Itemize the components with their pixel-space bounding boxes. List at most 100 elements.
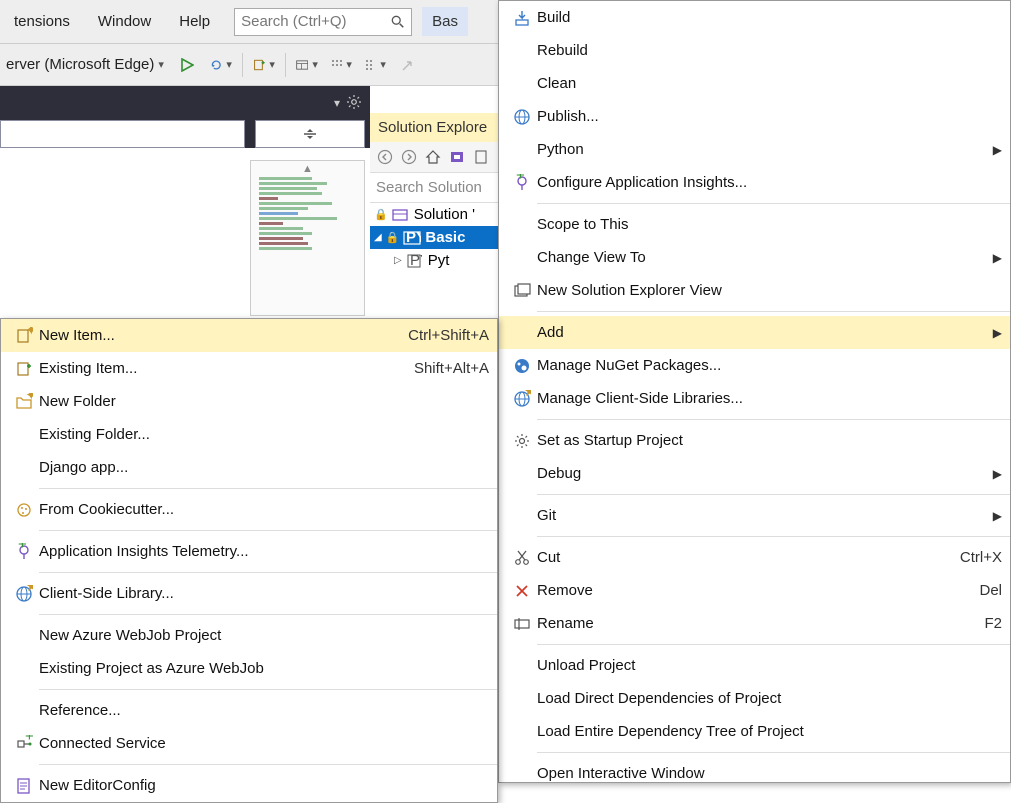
split-handle[interactable] [255, 120, 365, 148]
add-menu-item-application-insights-telemetry[interactable]: +Application Insights Telemetry... [1, 535, 497, 568]
project-menu-item-add[interactable]: Add▶ [499, 316, 1010, 349]
solution-explorer: Solution Explore Search Solution 🔒 Solut… [370, 113, 505, 272]
search-placeholder: Search (Ctrl+Q) [241, 13, 391, 30]
new-file-button[interactable] [253, 54, 275, 76]
add-menu-item-reference[interactable]: Reference... [1, 694, 497, 727]
dotted-button-2[interactable] [364, 54, 386, 76]
tree-file-node[interactable]: ▷ PY Pyt [370, 249, 505, 272]
project-menu-item-manage-nuget-packages[interactable]: Manage NuGet Packages... [499, 349, 1010, 382]
menu-separator [39, 530, 497, 531]
menu-help[interactable]: Help [165, 7, 224, 36]
add-menu-item-existing-folder[interactable]: Existing Folder... [1, 418, 497, 451]
nav-forward-icon[interactable] [398, 146, 420, 168]
add-menu-item-new-azure-webjob-project[interactable]: New Azure WebJob Project [1, 619, 497, 652]
scroll-up-icon[interactable]: ▲ [302, 163, 313, 175]
project-menu-item-remove[interactable]: RemoveDel [499, 574, 1010, 607]
project-menu-item-set-as-startup-project[interactable]: Set as Startup Project [499, 424, 1010, 457]
menu-separator [39, 689, 497, 690]
add-menu-item-connected-service[interactable]: +Connected Service [1, 727, 497, 760]
separator [285, 53, 286, 77]
arrow-button[interactable] [398, 54, 420, 76]
new-folder-icon: ✦ [9, 393, 39, 411]
menu-separator [39, 488, 497, 489]
expand-icon[interactable]: ▷ [394, 255, 402, 266]
menu-separator [39, 614, 497, 615]
home-icon[interactable] [422, 146, 444, 168]
menu-shortcut: F2 [984, 615, 1002, 632]
add-menu-item-client-side-library[interactable]: ★Client-Side Library... [1, 577, 497, 610]
project-menu-item-load-entire-dependency-tree-of-project[interactable]: Load Entire Dependency Tree of Project [499, 715, 1010, 748]
add-menu-item-from-cookiecutter[interactable]: From Cookiecutter... [1, 493, 497, 526]
scope-combo[interactable] [0, 120, 245, 148]
project-menu-item-debug[interactable]: Debug▶ [499, 457, 1010, 490]
tree-project-node[interactable]: ◢ 🔒 PY Basic [370, 226, 505, 249]
minimap-content [251, 161, 364, 266]
project-menu-item-rebuild[interactable]: Rebuild [499, 34, 1010, 67]
project-menu-item-clean[interactable]: Clean [499, 67, 1010, 100]
layout-button[interactable] [296, 54, 318, 76]
project-menu-item-python[interactable]: Python▶ [499, 133, 1010, 166]
project-menu-item-new-solution-explorer-view[interactable]: New Solution Explorer View [499, 274, 1010, 307]
py-file-icon: PY [406, 254, 424, 268]
new-view-icon [507, 282, 537, 300]
menu-separator [39, 764, 497, 765]
menu-label: From Cookiecutter... [39, 501, 489, 518]
expand-icon[interactable]: ◢ [374, 232, 382, 243]
project-menu-item-build[interactable]: Build [499, 1, 1010, 34]
refresh-button[interactable] [210, 54, 232, 76]
project-menu-item-git[interactable]: Git▶ [499, 499, 1010, 532]
solution-name-button[interactable]: Bas [422, 7, 468, 36]
menu-label: Client-Side Library... [39, 585, 489, 602]
svg-text:+: + [516, 174, 525, 184]
project-menu-item-manage-client-side-libraries[interactable]: ★Manage Client-Side Libraries... [499, 382, 1010, 415]
add-menu-item-django-app[interactable]: Django app... [1, 451, 497, 484]
add-menu-item-new-editorconfig[interactable]: New EditorConfig [1, 769, 497, 802]
project-menu-item-rename[interactable]: RenameF2 [499, 607, 1010, 640]
search-input[interactable]: Search (Ctrl+Q) [234, 8, 412, 36]
debug-target-combo[interactable]: erver (Microsoft Edge) [0, 54, 170, 75]
solution-explorer-title[interactable]: Solution Explore [370, 113, 505, 142]
gear-icon [507, 432, 537, 450]
tree-label: Pyt [428, 252, 450, 269]
menu-label: Application Insights Telemetry... [39, 543, 489, 560]
project-menu-item-cut[interactable]: CutCtrl+X [499, 541, 1010, 574]
tree-label: Solution ' [414, 206, 475, 223]
client-lib-icon: ★ [9, 585, 39, 603]
project-menu-item-configure-application-insights[interactable]: +Configure Application Insights... [499, 166, 1010, 199]
dotted-button-1[interactable] [330, 54, 352, 76]
separator [242, 53, 243, 77]
switch-view-icon[interactable] [446, 146, 468, 168]
project-menu-item-load-direct-dependencies-of-project[interactable]: Load Direct Dependencies of Project [499, 682, 1010, 715]
nuget-icon [507, 357, 537, 375]
menu-label: Connected Service [39, 735, 489, 752]
more-icon[interactable] [470, 146, 492, 168]
add-menu-item-new-item[interactable]: ✦New Item...Ctrl+Shift+A [1, 319, 497, 352]
menu-extensions[interactable]: tensions [0, 7, 84, 36]
add-submenu: ✦New Item...Ctrl+Shift+AExisting Item...… [0, 318, 498, 803]
add-menu-item-new-folder[interactable]: ✦New Folder [1, 385, 497, 418]
start-debug-button[interactable] [176, 54, 198, 76]
project-menu-item-scope-to-this[interactable]: Scope to This [499, 208, 1010, 241]
rename-icon [507, 615, 537, 633]
solution-search-input[interactable]: Search Solution [370, 173, 505, 203]
insights-icon: + [9, 543, 39, 561]
menu-separator [537, 644, 1010, 645]
project-menu-item-change-view-to[interactable]: Change View To▶ [499, 241, 1010, 274]
minimap[interactable]: ▲ [250, 160, 365, 316]
new-item-icon: ✦ [9, 327, 39, 345]
menu-shortcut: Shift+Alt+A [414, 360, 489, 377]
add-menu-item-existing-item[interactable]: Existing Item...Shift+Alt+A [1, 352, 497, 385]
project-menu-item-publish[interactable]: Publish... [499, 100, 1010, 133]
project-menu-item-unload-project[interactable]: Unload Project [499, 649, 1010, 682]
submenu-arrow-icon: ▶ [993, 143, 1002, 157]
existing-item-icon [9, 360, 39, 378]
project-menu-item-open-interactive-window[interactable]: Open Interactive Window [499, 757, 1010, 790]
gear-icon[interactable] [346, 94, 362, 110]
menu-label: New Item... [39, 327, 392, 344]
tree-solution-node[interactable]: 🔒 Solution ' [370, 203, 505, 226]
menu-window[interactable]: Window [84, 7, 165, 36]
view-dropdown[interactable]: ▾ [334, 96, 340, 110]
nav-back-icon[interactable] [374, 146, 396, 168]
menu-label: Remove [537, 582, 963, 599]
add-menu-item-existing-project-as-azure-webjob[interactable]: Existing Project as Azure WebJob [1, 652, 497, 685]
